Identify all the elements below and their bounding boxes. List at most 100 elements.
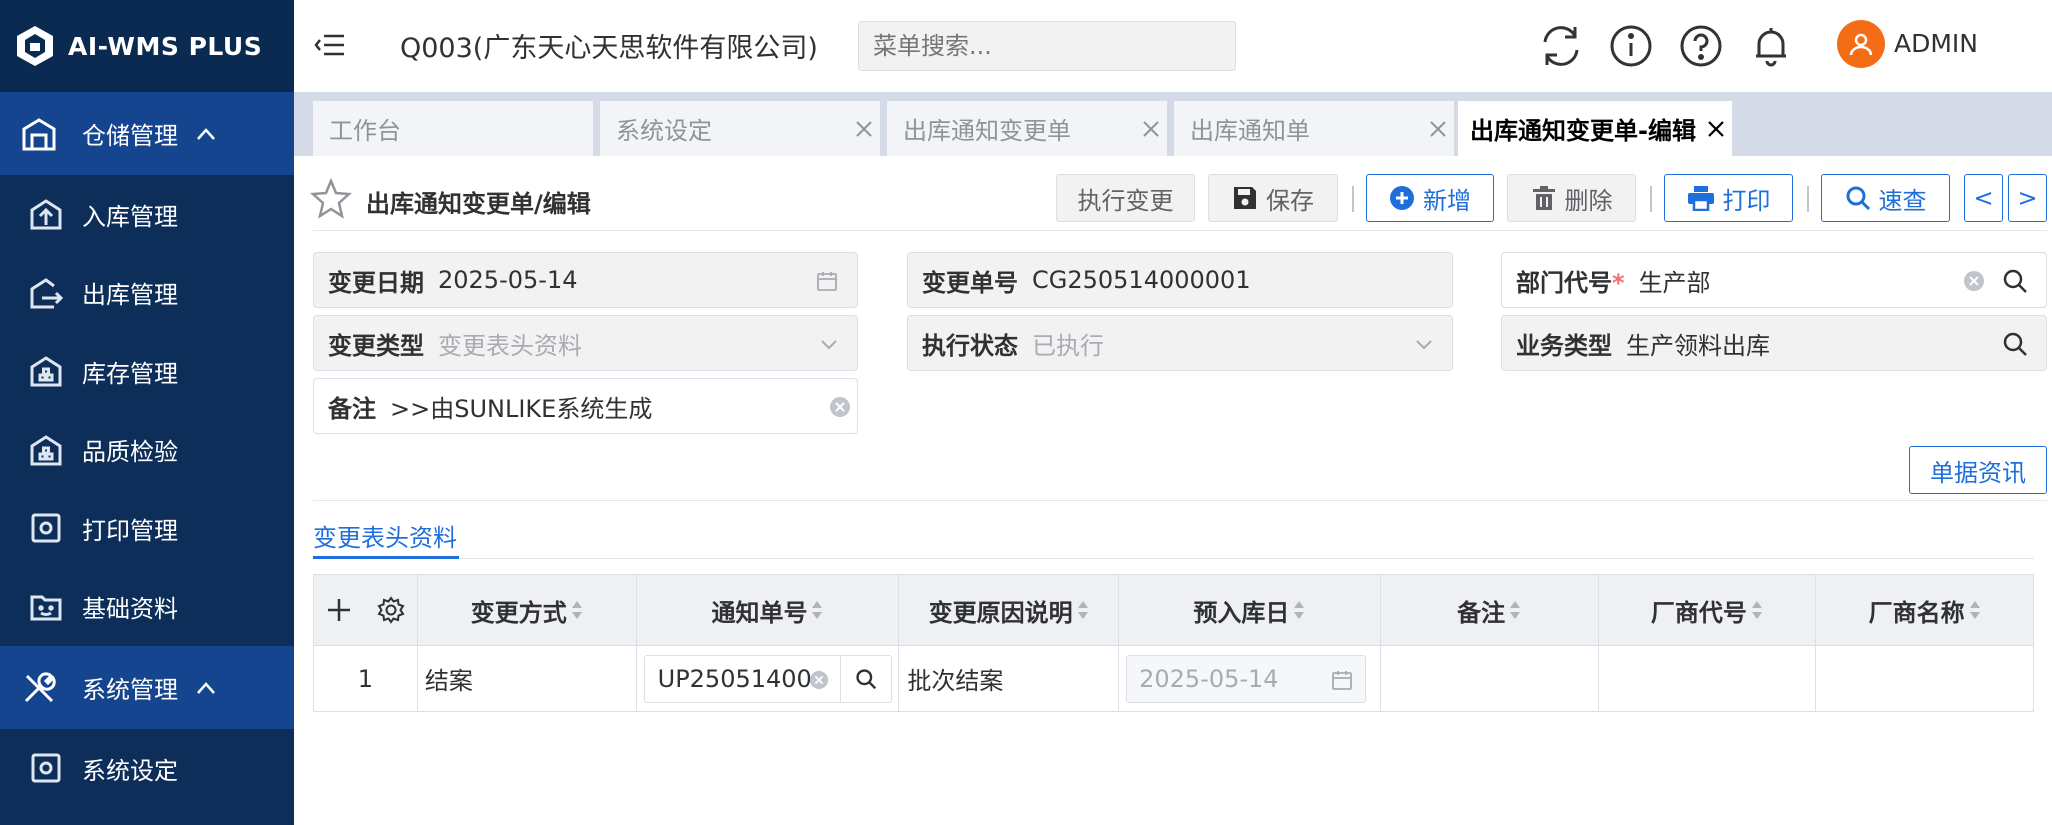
user-icon xyxy=(1849,33,1873,56)
cell-change-reason[interactable]: 批次结案 xyxy=(899,646,1120,711)
inventory-icon xyxy=(28,353,64,389)
info-icon[interactable] xyxy=(1607,22,1655,70)
column-header[interactable]: 备注 xyxy=(1381,575,1599,645)
help-icon[interactable] xyxy=(1677,22,1725,70)
notice-no-input[interactable]: UP25051400 xyxy=(643,654,892,703)
chevron-up-icon xyxy=(197,127,215,140)
close-icon[interactable] xyxy=(1141,119,1161,139)
button-label: 执行变更 xyxy=(1077,186,1174,215)
sidebar-item-label: 入库管理 xyxy=(82,202,178,231)
cell-vendor-name[interactable] xyxy=(1816,646,2033,711)
nav-group-label: 系统管理 xyxy=(82,676,178,704)
field-label: 业务类型 xyxy=(1516,331,1612,360)
close-icon[interactable] xyxy=(854,119,874,139)
save-button[interactable]: 保存 xyxy=(1208,174,1338,222)
menu-toggle-icon[interactable] xyxy=(314,30,346,60)
table-header: 变更方式 通知单号 变更原因说明 预入库日 备注 厂商代号 厂商名称 xyxy=(314,575,2033,645)
dept-code-field[interactable]: 部门代号* 生产部 xyxy=(1501,252,2047,308)
sidebar-item-label: 品质检验 xyxy=(82,438,178,467)
print-button[interactable]: 打印 xyxy=(1664,174,1793,222)
column-header[interactable]: 变更原因说明 xyxy=(899,575,1120,645)
sidebar-item-basic-data[interactable]: 基础资料 xyxy=(0,568,294,647)
tab-outbound-change-edit[interactable]: 出库通知变更单-编辑 xyxy=(1458,101,1732,156)
cell-vendor-code[interactable] xyxy=(1599,646,1817,711)
divider xyxy=(313,230,2047,231)
outbound-icon xyxy=(28,275,64,311)
change-date-field[interactable]: 变更日期 2025-05-14 xyxy=(313,252,858,308)
column-header[interactable]: 厂商名称 xyxy=(1816,575,2033,645)
logo[interactable]: AI-WMS PLUS xyxy=(0,0,294,92)
sidebar-item-print[interactable]: 打印管理 xyxy=(0,489,294,568)
tab-workbench[interactable]: 工作台 xyxy=(313,101,593,156)
button-label: 删除 xyxy=(1564,186,1613,215)
sidebar-item-system-settings[interactable]: 系统设定 xyxy=(0,729,294,808)
calendar-icon[interactable] xyxy=(816,270,838,292)
field-label: 变更日期 xyxy=(328,268,424,297)
sidebar-item-label: 库存管理 xyxy=(82,359,178,388)
bell-icon[interactable] xyxy=(1747,22,1795,70)
search-icon[interactable] xyxy=(2002,268,2028,294)
column-header[interactable]: 厂商代号 xyxy=(1599,575,1817,645)
biz-type-field[interactable]: 业务类型 生产领料出库 xyxy=(1501,315,2047,371)
add-row-icon[interactable] xyxy=(325,596,353,624)
subtab-baseline xyxy=(313,558,2034,559)
tab-label: 系统设定 xyxy=(616,117,712,145)
table-row[interactable]: 1 结案 UP25051400 批次结案 2025-05-14 xyxy=(314,645,2033,711)
clear-icon[interactable] xyxy=(1963,270,1985,292)
printer-icon xyxy=(1687,186,1714,211)
user-name[interactable]: ADMIN xyxy=(1894,29,1978,58)
tab-change-header-data[interactable]: 变更表头资料 xyxy=(313,518,457,553)
remark-field[interactable]: 备注 >>由SUNLIKE系统生成 xyxy=(313,378,858,434)
cell-change-method[interactable]: 结案 xyxy=(418,646,637,711)
nav-group-warehouse[interactable]: 仓储管理 xyxy=(0,92,294,175)
avatar[interactable] xyxy=(1837,20,1885,68)
close-icon[interactable] xyxy=(1428,119,1448,139)
field-label: 变更单号 xyxy=(922,268,1018,297)
clear-icon[interactable] xyxy=(829,396,851,418)
tab-outbound-notice[interactable]: 出库通知单 xyxy=(1174,101,1454,156)
menu-search-input[interactable] xyxy=(858,21,1236,71)
button-label: 打印 xyxy=(1722,186,1771,215)
nav-group-system[interactable]: 系统管理 xyxy=(0,646,294,729)
sidebar-item-outbound[interactable]: 出库管理 xyxy=(0,254,294,333)
change-type-select[interactable]: 变更类型 变更表头资料 xyxy=(313,315,858,371)
expected-date-input[interactable]: 2025-05-14 xyxy=(1126,654,1367,703)
top-header: Q003(广东天心天思软件有限公司) ADMIN xyxy=(294,0,2052,92)
cell-remark[interactable] xyxy=(1381,646,1599,711)
delete-button[interactable]: 删除 xyxy=(1507,174,1636,222)
field-label: 变更类型 xyxy=(328,331,424,360)
search-icon xyxy=(1846,186,1870,211)
column-header[interactable]: 通知单号 xyxy=(637,575,900,645)
sort-icon xyxy=(1294,601,1305,619)
sidebar-item-quality[interactable]: 品质检验 xyxy=(0,411,294,490)
close-icon[interactable] xyxy=(1706,119,1726,139)
refresh-icon[interactable] xyxy=(1537,22,1585,70)
search-icon[interactable] xyxy=(2002,331,2028,357)
column-header[interactable]: 预入库日 xyxy=(1119,575,1381,645)
page-title: 出库通知变更单/编辑 xyxy=(366,190,591,218)
execute-change-button[interactable]: 执行变更 xyxy=(1056,174,1195,222)
nav-group-label: 仓储管理 xyxy=(82,122,178,150)
change-detail-table: 变更方式 通知单号 变更原因说明 预入库日 备注 厂商代号 厂商名称 1 结案 … xyxy=(313,574,2034,712)
tab-label: 出库通知单 xyxy=(1190,117,1310,145)
add-button[interactable]: 新增 xyxy=(1366,174,1494,222)
sidebar-item-inventory[interactable]: 库存管理 xyxy=(0,332,294,411)
star-icon[interactable] xyxy=(310,178,352,220)
next-record-button[interactable]: > xyxy=(2008,174,2047,222)
sidebar-item-inbound[interactable]: 入库管理 xyxy=(0,175,294,254)
tab-system-settings[interactable]: 系统设定 xyxy=(600,101,880,156)
exec-status-select[interactable]: 执行状态 已执行 xyxy=(907,315,1453,371)
clear-icon[interactable] xyxy=(809,670,829,690)
quick-search-button[interactable]: 速查 xyxy=(1821,174,1950,222)
prev-record-button[interactable]: < xyxy=(1964,174,2003,222)
calendar-icon[interactable] xyxy=(1331,669,1353,691)
column-header[interactable]: 变更方式 xyxy=(418,575,637,645)
gear-icon[interactable] xyxy=(376,595,406,625)
sidebar-item-label: 系统设定 xyxy=(82,756,178,785)
document-info-button[interactable]: 单据资讯 xyxy=(1909,446,2047,494)
quality-icon xyxy=(28,432,64,468)
sidebar-item-label: 出库管理 xyxy=(82,281,178,310)
lookup-button[interactable] xyxy=(839,655,892,702)
chevron-up-icon xyxy=(197,681,215,694)
tab-outbound-change-list[interactable]: 出库通知变更单 xyxy=(887,101,1167,156)
